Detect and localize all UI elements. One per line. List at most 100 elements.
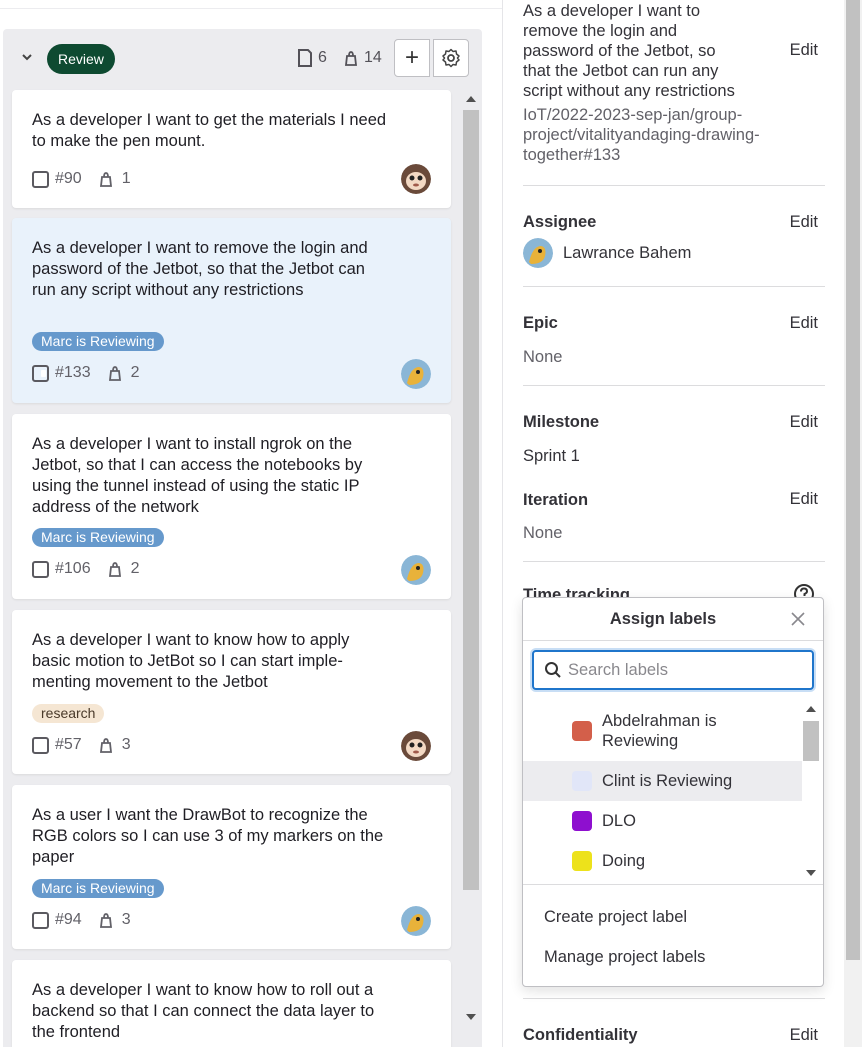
- issue-icon: [32, 911, 49, 929]
- issue-reference-line: together#133: [523, 146, 621, 164]
- column-scrollbar[interactable]: [462, 90, 480, 1030]
- label-research[interactable]: research: [32, 704, 105, 723]
- monkey-avatar-icon: [401, 731, 431, 761]
- sidebar-scroll-thumb[interactable]: [846, 0, 860, 960]
- card-title[interactable]: As a developer I want to get the materia…: [32, 110, 392, 152]
- card-meta: #133 2: [32, 364, 140, 382]
- weight-value: 3: [121, 911, 131, 928]
- avatar[interactable]: [401, 164, 431, 194]
- issue-reference-line: IoT/2022-2023-sep-jan/group-: [523, 106, 743, 124]
- scroll-up-icon[interactable]: [466, 96, 476, 102]
- title-edit-link[interactable]: Edit: [790, 41, 818, 60]
- labels-scrollbar[interactable]: [802, 701, 820, 883]
- divider: [523, 561, 825, 562]
- avatar[interactable]: [401, 906, 431, 936]
- label-option-name-line: Abdelrahman is: [602, 712, 717, 730]
- divider: [523, 385, 825, 386]
- card-title[interactable]: As a developer I want to install ngrok o…: [32, 434, 392, 518]
- issue-card[interactable]: As a developer I want to know how to rol…: [12, 960, 451, 1047]
- issue-icon: [32, 560, 49, 578]
- avatar[interactable]: [401, 555, 431, 585]
- avatar[interactable]: [401, 359, 431, 389]
- divider: [523, 998, 825, 999]
- issue-title-line: As a developer I want to: [523, 2, 701, 20]
- card-weight: 2: [107, 560, 140, 578]
- scroll-down-icon[interactable]: [466, 1014, 476, 1020]
- epic-edit-link[interactable]: Edit: [790, 314, 818, 333]
- label-option-doing[interactable]: Doing: [523, 841, 802, 881]
- label-option-name: Clint is Reviewing: [602, 772, 733, 790]
- issue-card[interactable]: As a developer I want to know how to app…: [12, 610, 451, 774]
- monkey-avatar-icon: [401, 164, 431, 194]
- search-labels-field[interactable]: [532, 650, 814, 690]
- card-title[interactable]: As a developer I want to know how to app…: [32, 630, 392, 693]
- weight-value: 2: [130, 364, 140, 381]
- weight-total: 14: [343, 49, 382, 67]
- issue-title: As a developer I want to remove the logi…: [523, 1, 743, 101]
- issue-title-line: that the Jetbot can run any: [523, 62, 719, 80]
- assignee-heading: Assignee: [523, 213, 597, 231]
- label-color-swatch: [572, 851, 592, 871]
- add-issue-button[interactable]: +: [394, 39, 430, 77]
- label-option-dlo[interactable]: DLO: [523, 801, 802, 841]
- gear-icon: [442, 48, 460, 68]
- card-meta: #106 2: [32, 560, 140, 578]
- weight-icon: [344, 51, 358, 66]
- label-marc-reviewing[interactable]: Marc is Reviewing: [32, 879, 164, 898]
- label-marc-reviewing[interactable]: Marc is Reviewing: [32, 528, 164, 547]
- stage-badge[interactable]: Review: [47, 44, 115, 74]
- issue-title-line: remove the login and: [523, 22, 678, 40]
- confidentiality-heading: Confidentiality: [523, 1026, 638, 1044]
- weight-icon: [108, 366, 121, 381]
- milestone-value[interactable]: Sprint 1: [523, 447, 580, 466]
- iteration-edit-link[interactable]: Edit: [790, 490, 818, 509]
- weight-icon: [99, 172, 112, 187]
- scroll-up-icon[interactable]: [806, 706, 816, 712]
- issue-card[interactable]: As a user I want the DrawBot to recogniz…: [12, 785, 451, 949]
- column-settings-button[interactable]: [433, 39, 469, 77]
- sidebar-scrollbar[interactable]: [844, 0, 862, 1047]
- card-meta: #57 3: [32, 736, 131, 754]
- issue-card[interactable]: As a developer I want to install ngrok o…: [12, 414, 451, 599]
- issue-card-selected[interactable]: As a developer I want to remove the logi…: [12, 218, 451, 403]
- issue-number: #90: [55, 170, 82, 187]
- issue-number: #94: [55, 911, 82, 928]
- issue-count-value: 6: [318, 49, 327, 66]
- label-color-swatch: [572, 811, 592, 831]
- search-labels-input[interactable]: [568, 658, 808, 682]
- close-icon[interactable]: [791, 606, 805, 632]
- label-color-swatch: [572, 721, 592, 741]
- label-option-name: Abdelrahman is Reviewing: [602, 711, 717, 751]
- top-strip: [0, 0, 502, 9]
- card-title[interactable]: As a developer I want to know how to rol…: [32, 980, 392, 1043]
- bird-avatar-icon: [401, 555, 431, 585]
- create-project-label-link[interactable]: Create project label: [544, 908, 687, 927]
- assignee-edit-link[interactable]: Edit: [790, 213, 818, 232]
- card-weight: 2: [107, 364, 140, 382]
- labels-scroll-thumb[interactable]: [803, 721, 819, 761]
- chevron-down-icon[interactable]: [20, 50, 34, 64]
- assignee-avatar[interactable]: [523, 238, 553, 268]
- labels-list: Abdelrahman is Reviewing Clint is Review…: [523, 701, 823, 883]
- plus-icon: +: [404, 44, 419, 71]
- issues-icon: [298, 49, 312, 67]
- label-option-abdelrahman[interactable]: Abdelrahman is Reviewing: [523, 701, 802, 761]
- card-title[interactable]: As a user I want the DrawBot to recogniz…: [32, 805, 392, 868]
- search-icon: [544, 661, 562, 684]
- divider: [523, 286, 825, 287]
- assignee-name[interactable]: Lawrance Bahem: [563, 243, 691, 263]
- issue-icon: [32, 170, 49, 188]
- avatar[interactable]: [401, 731, 431, 761]
- manage-project-labels-link[interactable]: Manage project labels: [544, 948, 705, 967]
- label-option-clint[interactable]: Clint is Reviewing: [523, 761, 802, 801]
- label-marc-reviewing[interactable]: Marc is Reviewing: [32, 332, 164, 351]
- iteration-heading: Iteration: [523, 491, 589, 509]
- issue-card[interactable]: As a developer I want to get the materia…: [12, 90, 451, 208]
- card-title[interactable]: As a developer I want to remove the logi…: [32, 238, 392, 301]
- confidentiality-edit-link[interactable]: Edit: [790, 1026, 818, 1045]
- milestone-edit-link[interactable]: Edit: [790, 413, 818, 432]
- scroll-down-icon[interactable]: [806, 870, 816, 876]
- bird-avatar-icon: [401, 359, 431, 389]
- issue-title-line: script without any restrictions: [523, 82, 735, 100]
- scroll-thumb[interactable]: [463, 110, 479, 890]
